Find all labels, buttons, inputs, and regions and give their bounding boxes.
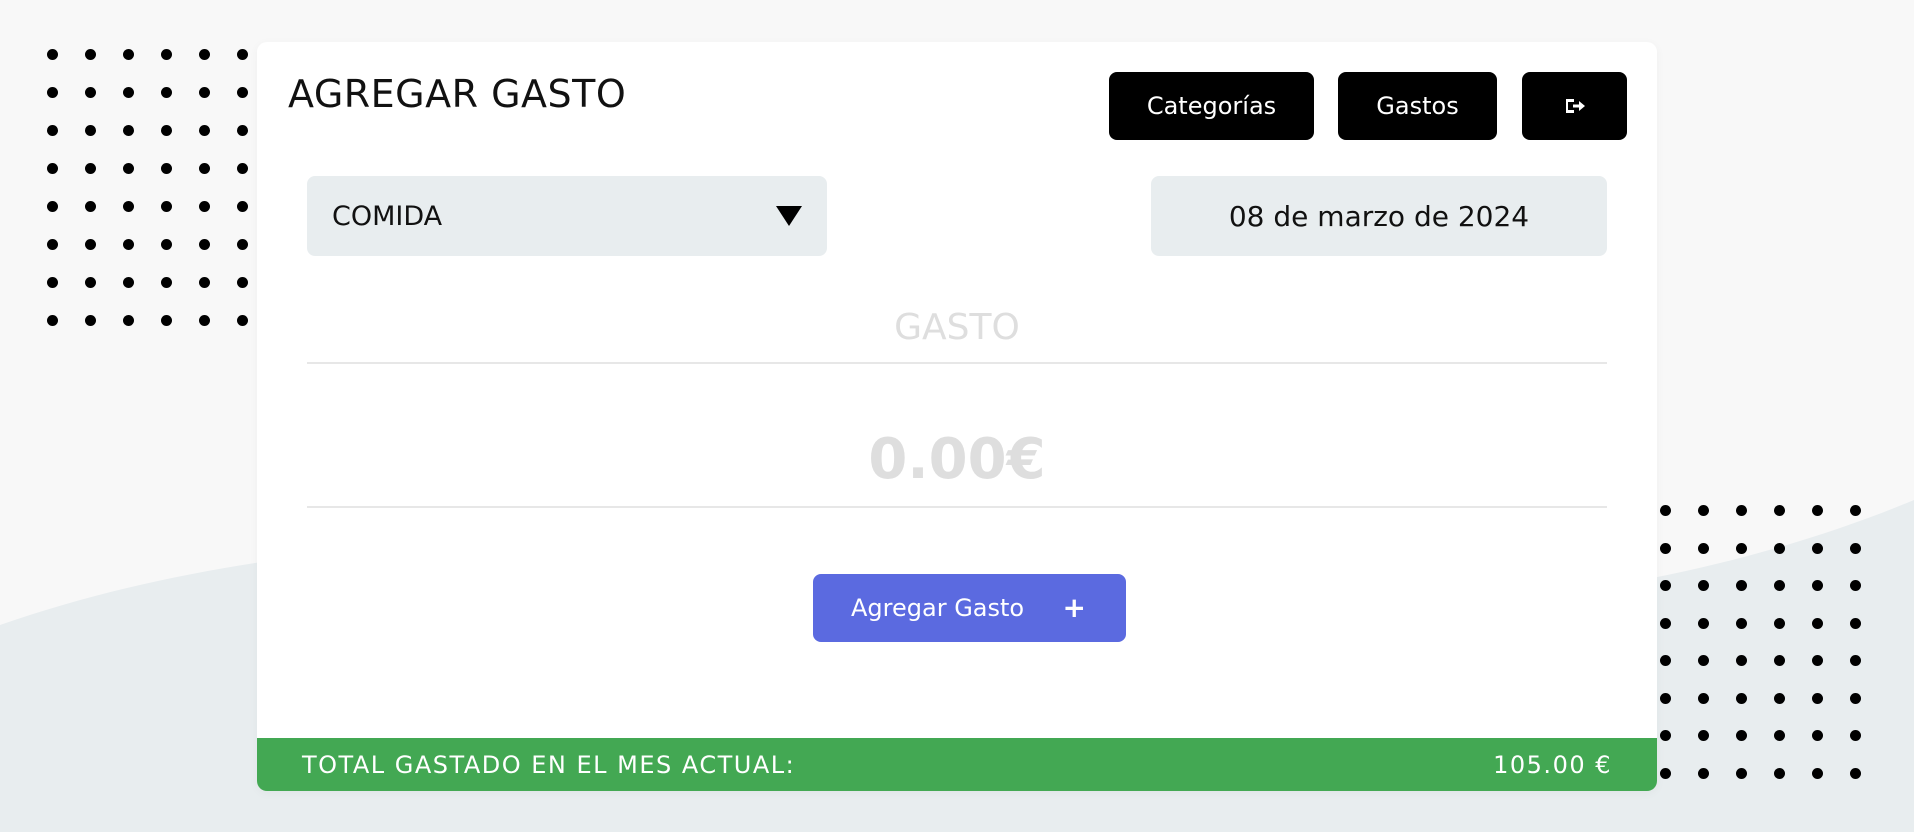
amount-input[interactable] — [307, 412, 1607, 508]
decorative-dots-right — [1660, 505, 1861, 779]
gastos-button[interactable]: Gastos — [1338, 72, 1497, 140]
triangle-down-icon — [776, 206, 802, 226]
monthly-total-value: 105.00 € — [1493, 750, 1612, 779]
monthly-total-label: TOTAL GASTADO EN EL MES ACTUAL: — [302, 750, 796, 779]
monthly-total-bar: TOTAL GASTADO EN EL MES ACTUAL: 105.00 € — [257, 738, 1657, 791]
logout-button[interactable] — [1522, 72, 1627, 140]
logout-icon — [1565, 99, 1585, 113]
expense-card: AGREGAR GASTO Categorías Gastos COMIDA 0… — [257, 42, 1657, 791]
description-input[interactable] — [307, 292, 1607, 364]
date-picker[interactable]: 08 de marzo de 2024 — [1151, 176, 1607, 256]
plus-icon: + — [1062, 591, 1086, 624]
categorias-button[interactable]: Categorías — [1109, 72, 1314, 140]
decorative-dots-left — [47, 49, 248, 326]
page-title: AGREGAR GASTO — [288, 72, 627, 116]
add-expense-button[interactable]: Agregar Gasto + — [813, 574, 1126, 642]
category-select[interactable]: COMIDA — [307, 176, 827, 256]
add-expense-label: Agregar Gasto — [851, 594, 1025, 622]
category-selected-value: COMIDA — [332, 200, 443, 232]
